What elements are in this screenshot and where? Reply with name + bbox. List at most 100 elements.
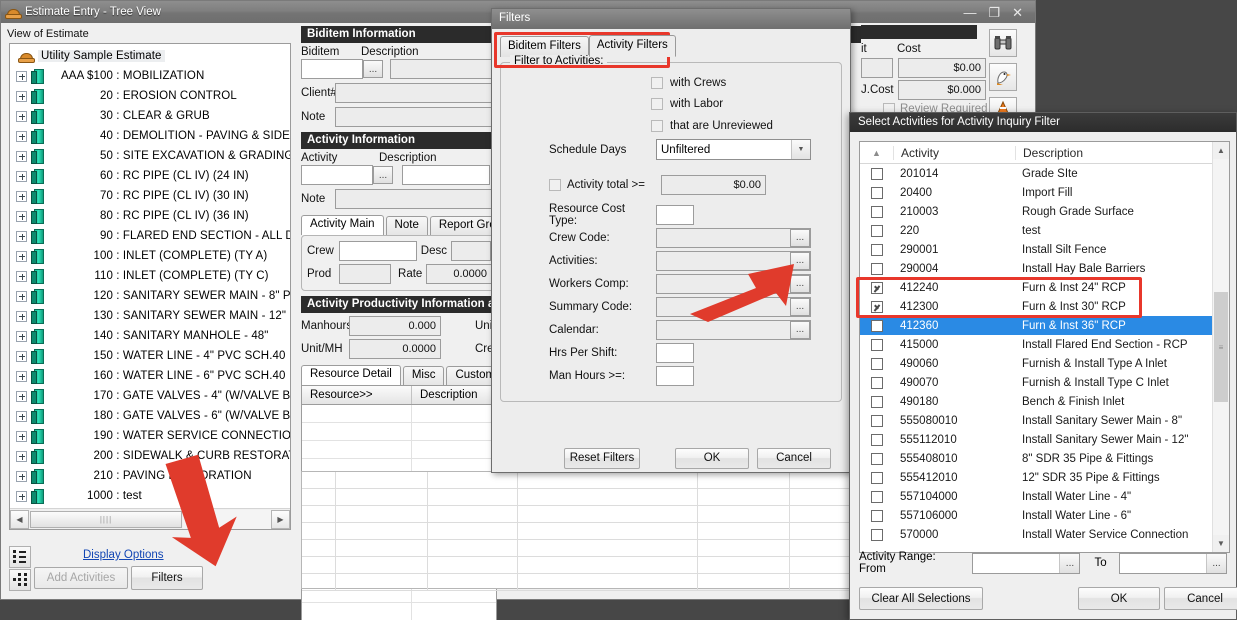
resource-grid-row[interactable] [302,405,496,423]
activity-row[interactable]: 412360 Furn & Inst 36" RCP [860,316,1212,335]
tree-item-16[interactable]: 170 : GATE VALVES - 4" (W/VALVE BOX) [10,386,290,406]
inquiry-cancel-button[interactable]: Cancel [1164,587,1237,610]
tree-item-20[interactable]: 210 : PAVING RESTORATION [10,466,290,486]
tab-note[interactable]: Note [385,216,428,235]
tab-misc[interactable]: Misc [402,366,445,385]
background-spreadsheet-grid[interactable] [301,471,861,591]
biditem-lookup-button[interactable]: ... [363,60,383,78]
activity-total-checkbox[interactable] [549,179,561,191]
filter-field-lookup-button[interactable]: ... [790,274,810,293]
with-crews-checkbox[interactable] [651,77,663,89]
scroll-down-button[interactable]: ▼ [1213,535,1229,552]
tree-item-15[interactable]: 160 : WATER LINE - 6" PVC SCH.40 [10,366,290,386]
tree-item-0[interactable]: AAA $100 : MOBILIZATION [10,66,290,86]
background-grid-row[interactable] [302,574,860,591]
tree-item-9[interactable]: 100 : INLET (COMPLETE) (TY A) [10,246,290,266]
activity-row[interactable]: 201014 Grade SIte [860,164,1212,183]
crew-desc-input[interactable] [451,241,491,261]
scroll-thumb[interactable]: |||| [30,510,182,528]
unreviewed-checkbox[interactable] [651,120,663,132]
scroll-up-button[interactable]: ▲ [1213,142,1229,159]
activity-row-checkbox[interactable] [870,490,883,503]
background-grid-row[interactable] [302,489,860,506]
filter-field-input[interactable] [656,365,694,386]
tree-root-item[interactable]: Utility Sample Estimate [10,46,290,66]
resource-grid-row[interactable] [302,423,496,441]
activity-row[interactable]: 555112010 Install Sanitary Sewer Main - 1… [860,430,1212,449]
expand-icon[interactable] [16,450,27,462]
expand-icon[interactable] [16,150,27,162]
cost-input[interactable]: $0.00 [898,58,986,78]
list-view-toggle-button[interactable] [9,546,31,568]
filter-field-input[interactable] [656,342,694,363]
reset-filters-button[interactable]: Reset Filters [564,447,640,469]
scroll-left-button[interactable]: ◀ [10,509,29,529]
filters-button[interactable]: Filters [131,566,203,590]
schedule-days-combo[interactable]: Unfiltered ▼ [656,139,811,160]
scroll-right-button[interactable]: ▶ [271,509,290,529]
activity-row-checkbox[interactable] [870,205,883,218]
activity-row-checkbox[interactable] [870,262,883,275]
activity-row-checkbox[interactable] [870,224,883,237]
activity-row[interactable]: 555412010 12" SDR 35 Pipe & Fittings [860,468,1212,487]
filter-field-lookup-button[interactable]: ... [790,251,810,270]
activity-range-from-input[interactable]: ... [972,552,1081,574]
activity-row-checkbox[interactable] [870,509,883,522]
activity-row-checkbox[interactable] [870,186,883,199]
column-description[interactable]: Description [1015,145,1229,160]
expand-icon[interactable] [16,390,27,402]
filter-field-input[interactable] [656,204,694,225]
expand-icon[interactable] [16,190,27,202]
activity-row[interactable]: 490060 Furnish & Install Type A Inlet [860,354,1212,373]
activity-row-checkbox[interactable] [870,471,883,484]
activity-row[interactable]: 490070 Furnish & Install Type C Inlet [860,373,1212,392]
tree-item-17[interactable]: 180 : GATE VALVES - 6" (W/VALVE BOX) [10,406,290,426]
activity-row[interactable]: 557104000 Install Water Line - 4" [860,487,1212,506]
activity-row-checkbox[interactable] [870,319,883,332]
manhours-input[interactable]: 0.000 [349,316,441,336]
tree-item-11[interactable]: 120 : SANITARY SEWER MAIN - 8" PVC S [10,286,290,306]
minimize-button[interactable]: — [963,6,976,19]
column-description[interactable]: Description [412,386,496,404]
activity-row[interactable]: 557106000 Install Water Line - 6" [860,506,1212,525]
activity-range-to-input[interactable]: ... [1118,552,1227,574]
activity-input[interactable] [301,165,373,185]
expand-icon[interactable] [16,270,27,282]
activity-total-input[interactable]: $0.00 [661,175,766,195]
expand-icon[interactable] [16,470,27,482]
activity-row[interactable]: 490180 Bench & Finish Inlet [860,392,1212,411]
tree-item-4[interactable]: 50 : SITE EXCAVATION & GRADING [10,146,290,166]
tree-item-19[interactable]: 200 : SIDEWALK & CURB RESTORATION [10,446,290,466]
activity-lookup-button[interactable]: ... [373,166,393,184]
unit-cost-input[interactable]: $0.000 [898,80,986,100]
clear-all-selections-button[interactable]: Clear All Selections [859,587,983,610]
activity-row[interactable]: 555080010 Install Sanitary Sewer Main - 8… [860,411,1212,430]
tree-item-18[interactable]: 190 : WATER SERVICE CONNECTIONS [10,426,290,446]
inquiry-ok-button[interactable]: OK [1078,587,1160,610]
activity-row[interactable]: 210003 Rough Grade Surface [860,202,1212,221]
activity-row[interactable]: 555408010 8" SDR 35 Pipe & Fittings [860,449,1212,468]
rate-input[interactable]: 0.0000 [426,264,492,284]
crew-input[interactable] [339,241,417,261]
activity-row-checkbox[interactable] [870,281,883,294]
background-grid-row[interactable] [302,506,860,523]
sort-indicator-icon[interactable]: ▲ [860,148,893,158]
tree-item-12[interactable]: 130 : SANITARY SEWER MAIN - 12" PVC [10,306,290,326]
maximize-button[interactable]: ❐ [988,6,1000,19]
column-resource[interactable]: Resource>> [302,386,412,404]
activity-row-checkbox[interactable] [870,243,883,256]
expand-icon[interactable] [16,330,27,342]
activity-row[interactable]: 220 test [860,221,1212,240]
activity-row-checkbox[interactable] [870,433,883,446]
background-grid-row[interactable] [302,472,860,489]
tab-resource-detail[interactable]: Resource Detail [301,365,401,385]
tree-item-14[interactable]: 150 : WATER LINE - 4" PVC SCH.40 [10,346,290,366]
bird-tool-button[interactable] [989,63,1017,91]
expand-icon[interactable] [16,130,27,142]
binoculars-tool-button[interactable] [989,29,1017,57]
expand-icon[interactable] [16,210,27,222]
activity-list-scrollbar[interactable]: ▲ ≡ ▼ [1212,142,1229,552]
tree-view-toggle-button[interactable] [9,569,31,591]
add-activities-button[interactable]: Add Activities [34,567,128,589]
background-grid-row[interactable] [302,540,860,557]
